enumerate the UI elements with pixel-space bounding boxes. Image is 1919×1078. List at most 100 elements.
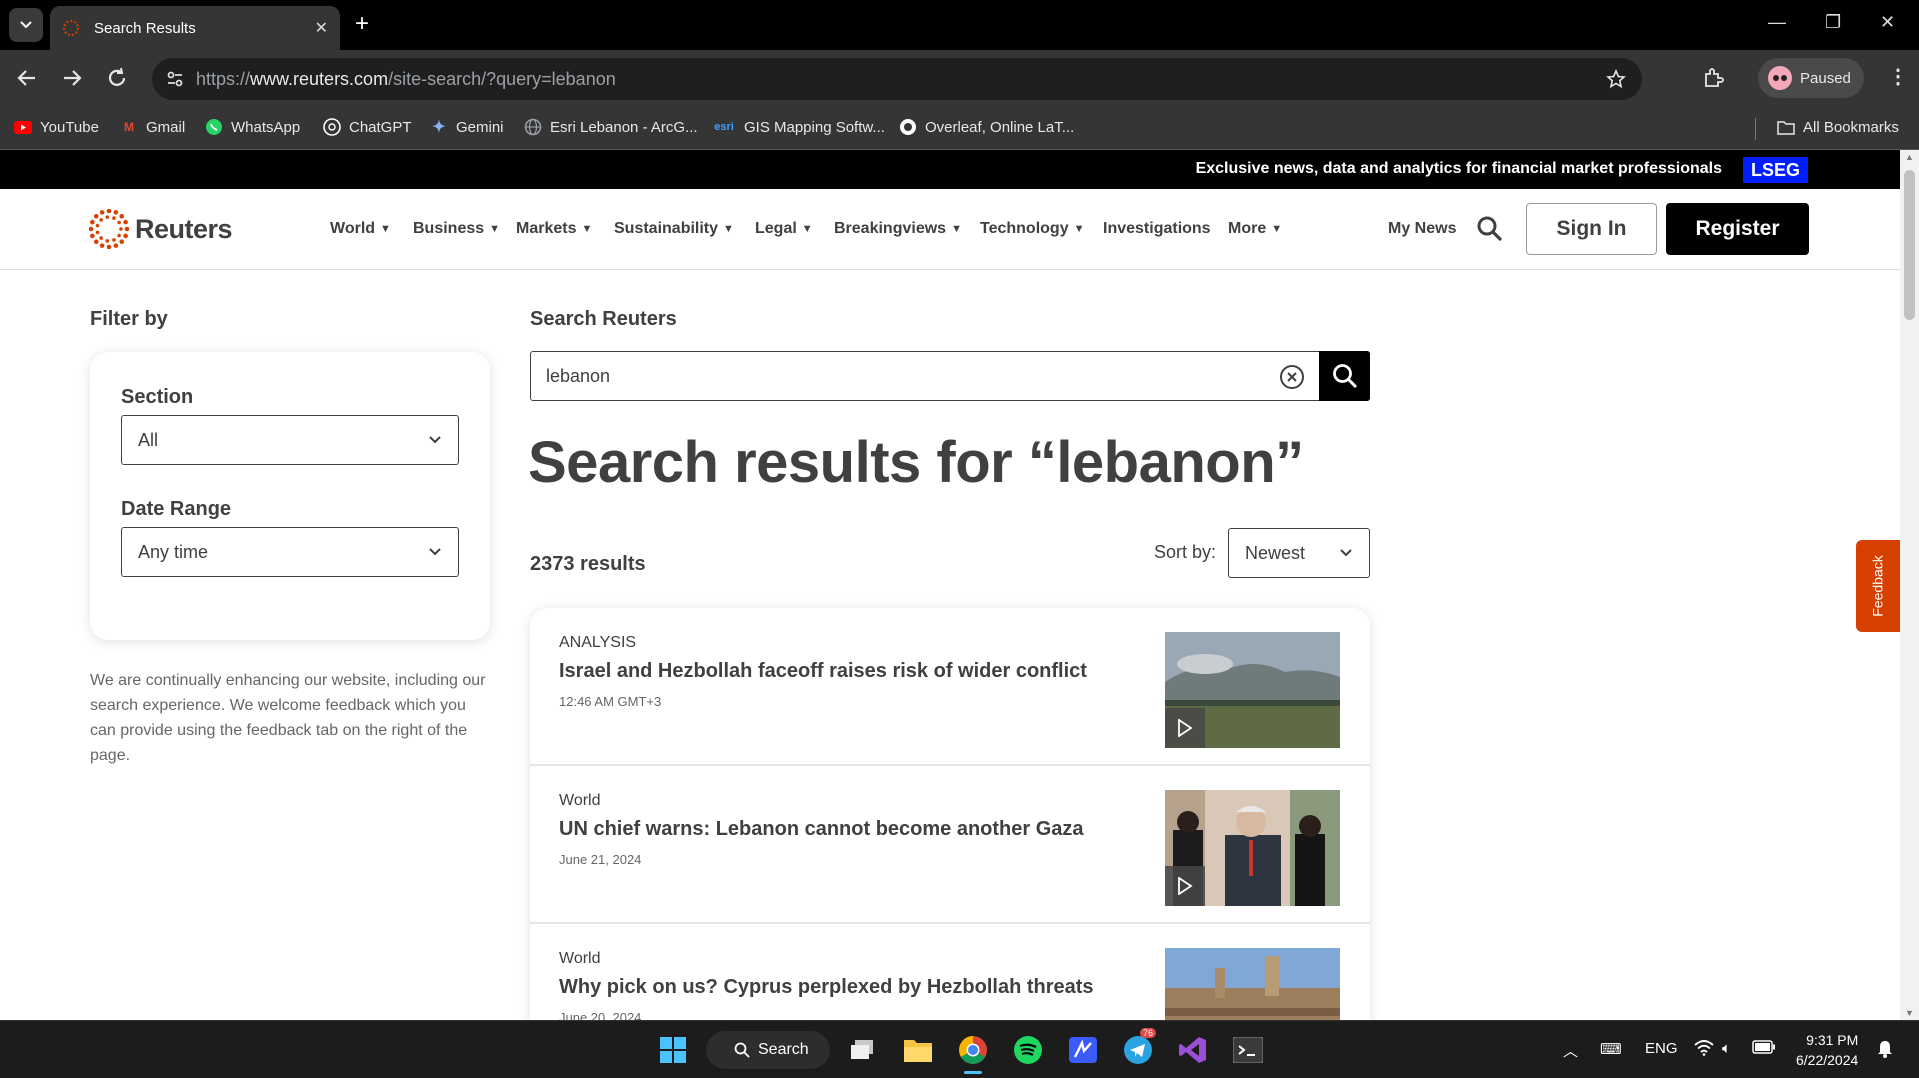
search-icon	[734, 1042, 750, 1058]
search-query[interactable]: lebanon	[546, 366, 1369, 387]
terminal-icon[interactable]	[1230, 1032, 1266, 1068]
nav-sustainability[interactable]: Sustainability ▼	[614, 220, 734, 238]
bookmark-overleaf[interactable]: Overleaf, Online LaT...	[899, 118, 1074, 136]
nav-more[interactable]: More ▼	[1228, 220, 1282, 238]
notification-bell-icon[interactable]	[1877, 1040, 1893, 1058]
site-settings-icon[interactable]	[166, 70, 184, 88]
result-kicker[interactable]: ANALYSIS	[559, 634, 636, 652]
lseg-badge[interactable]: LSEG	[1743, 157, 1808, 183]
search-input[interactable]: lebanon	[530, 351, 1370, 401]
bookmark-esri-lebanon[interactable]: Esri Lebanon - ArcG...	[524, 118, 698, 136]
search-icon[interactable]	[1476, 215, 1504, 243]
scroll-down-icon[interactable]: ▼	[1905, 1008, 1914, 1018]
nav-legal[interactable]: Legal ▼	[755, 220, 813, 238]
result-kicker[interactable]: World	[559, 792, 601, 810]
reuters-logo[interactable]: Reuters	[89, 209, 233, 249]
site-header: Reuters World ▼ Business ▼ Markets ▼ Sustai…	[0, 189, 1900, 270]
register-button[interactable]: Register	[1666, 203, 1809, 255]
telegram-icon[interactable]: 76	[1120, 1028, 1157, 1068]
result-thumbnail[interactable]	[1165, 632, 1340, 748]
result-thumbnail[interactable]	[1165, 948, 1340, 1020]
nav-world[interactable]: World ▼	[330, 220, 391, 238]
new-tab-button[interactable]: +	[355, 10, 369, 38]
browser-tab-bar: Search Results ✕ + — ❐ ✕	[0, 0, 1919, 50]
play-icon[interactable]	[1165, 866, 1205, 906]
promo-banner[interactable]: Exclusive news, data and analytics for f…	[0, 150, 1900, 189]
bookmark-gmail[interactable]: M Gmail	[120, 118, 185, 136]
bookmark-youtube[interactable]: YouTube	[14, 118, 99, 136]
url-text: https://www.reuters.com/site-search/?que…	[196, 68, 616, 89]
filter-title: Filter by	[90, 308, 168, 330]
feedback-tab[interactable]: Feedback	[1856, 540, 1900, 632]
nav-breakingviews[interactable]: Breakingviews ▼	[834, 220, 962, 238]
wifi-icon[interactable]	[1694, 1040, 1714, 1056]
profile-button[interactable]: Paused	[1758, 58, 1864, 98]
windows-taskbar: Search 76 ︿ ⌨ ENG 🔈︎ 9:31 PM 6/22/2024	[0, 1020, 1919, 1078]
spotify-icon[interactable]	[1010, 1032, 1046, 1068]
language-indicator[interactable]: ENG	[1645, 1040, 1678, 1057]
keyboard-icon[interactable]: ⌨	[1600, 1040, 1622, 1058]
chatgpt-icon	[323, 118, 341, 136]
window-close-button[interactable]: ✕	[1880, 12, 1895, 33]
reload-icon[interactable]	[106, 67, 128, 89]
section-select[interactable]: All	[121, 415, 459, 465]
scroll-up-icon[interactable]: ▲	[1905, 152, 1914, 162]
chevron-down-icon: ▼	[380, 223, 391, 235]
clear-icon[interactable]	[1279, 364, 1305, 390]
chevron-down-icon: ▼	[1271, 223, 1283, 235]
minimize-button[interactable]: —	[1768, 12, 1786, 33]
chevron-down-icon	[429, 548, 441, 556]
play-icon[interactable]	[1165, 708, 1205, 748]
back-arrow-icon[interactable]	[16, 67, 38, 89]
system-clock[interactable]: 9:31 PM 6/22/2024	[1796, 1030, 1858, 1070]
task-view-icon[interactable]	[845, 1032, 881, 1068]
page-scrollbar[interactable]: ▲ ▼	[1900, 150, 1919, 1020]
editor-app-icon[interactable]	[1065, 1032, 1101, 1068]
chrome-icon[interactable]	[955, 1032, 991, 1068]
result-item[interactable]: World Why pick on us? Cyprus perplexed b…	[530, 924, 1370, 1020]
my-news-link[interactable]: My News	[1388, 220, 1456, 238]
nav-business[interactable]: Business ▼	[413, 220, 500, 238]
nav-technology[interactable]: Technology ▼	[980, 220, 1084, 238]
result-headline[interactable]: Why pick on us? Cyprus perplexed by Hezb…	[559, 976, 1094, 999]
chevron-down-icon	[1340, 549, 1352, 557]
sign-in-button[interactable]: Sign In	[1526, 203, 1657, 255]
chevron-down-icon: ▼	[489, 223, 501, 235]
bookmark-gemini[interactable]: ✦ Gemini	[430, 118, 503, 137]
scrollbar-thumb[interactable]	[1904, 170, 1915, 320]
file-explorer-icon[interactable]	[900, 1032, 936, 1068]
restore-button[interactable]: ❐	[1825, 12, 1841, 33]
address-bar[interactable]: https://www.reuters.com/site-search/?que…	[152, 58, 1642, 100]
taskbar-search[interactable]: Search	[706, 1031, 830, 1069]
nav-markets[interactable]: Markets ▼	[516, 220, 592, 238]
bookmark-chatgpt[interactable]: ChatGPT	[323, 118, 412, 136]
result-kicker[interactable]: World	[559, 950, 601, 968]
tab-search-button[interactable]	[9, 8, 43, 42]
result-thumbnail[interactable]	[1165, 790, 1340, 906]
nav-investigations[interactable]: Investigations	[1103, 220, 1211, 238]
date-range-select[interactable]: Any time	[121, 527, 459, 577]
browser-tab-active[interactable]: Search Results ✕	[50, 6, 340, 50]
bookmark-star-icon[interactable]	[1606, 69, 1626, 89]
result-headline[interactable]: UN chief warns: Lebanon cannot become an…	[559, 818, 1084, 841]
tab-close-icon[interactable]: ✕	[315, 18, 328, 38]
menu-kebab-icon[interactable]: ⋮	[1888, 64, 1908, 89]
bookmark-gis-mapping[interactable]: esri GIS Mapping Softw...	[712, 118, 885, 136]
extensions-icon[interactable]	[1702, 67, 1724, 89]
result-item[interactable]: World UN chief warns: Lebanon cannot bec…	[530, 766, 1370, 924]
volume-icon[interactable]: 🔈︎	[1722, 1040, 1731, 1057]
esri-icon: esri	[714, 121, 734, 133]
sort-select[interactable]: Newest	[1228, 528, 1370, 578]
battery-icon[interactable]	[1752, 1040, 1776, 1054]
forward-arrow-icon[interactable]	[61, 67, 83, 89]
all-bookmarks-button[interactable]: All Bookmarks	[1777, 118, 1899, 136]
result-headline[interactable]: Israel and Hezbollah faceoff raises risk…	[559, 660, 1087, 683]
result-item[interactable]: ANALYSIS Israel and Hezbollah faceoff ra…	[530, 608, 1370, 766]
tray-overflow-icon[interactable]: ︿	[1563, 1040, 1578, 1061]
visual-studio-icon[interactable]	[1175, 1032, 1211, 1068]
start-icon[interactable]	[655, 1032, 691, 1068]
bookmark-whatsapp[interactable]: WhatsApp	[205, 118, 300, 136]
search-submit-button[interactable]	[1319, 351, 1370, 401]
globe-icon	[524, 118, 542, 136]
folder-icon	[1777, 118, 1795, 136]
